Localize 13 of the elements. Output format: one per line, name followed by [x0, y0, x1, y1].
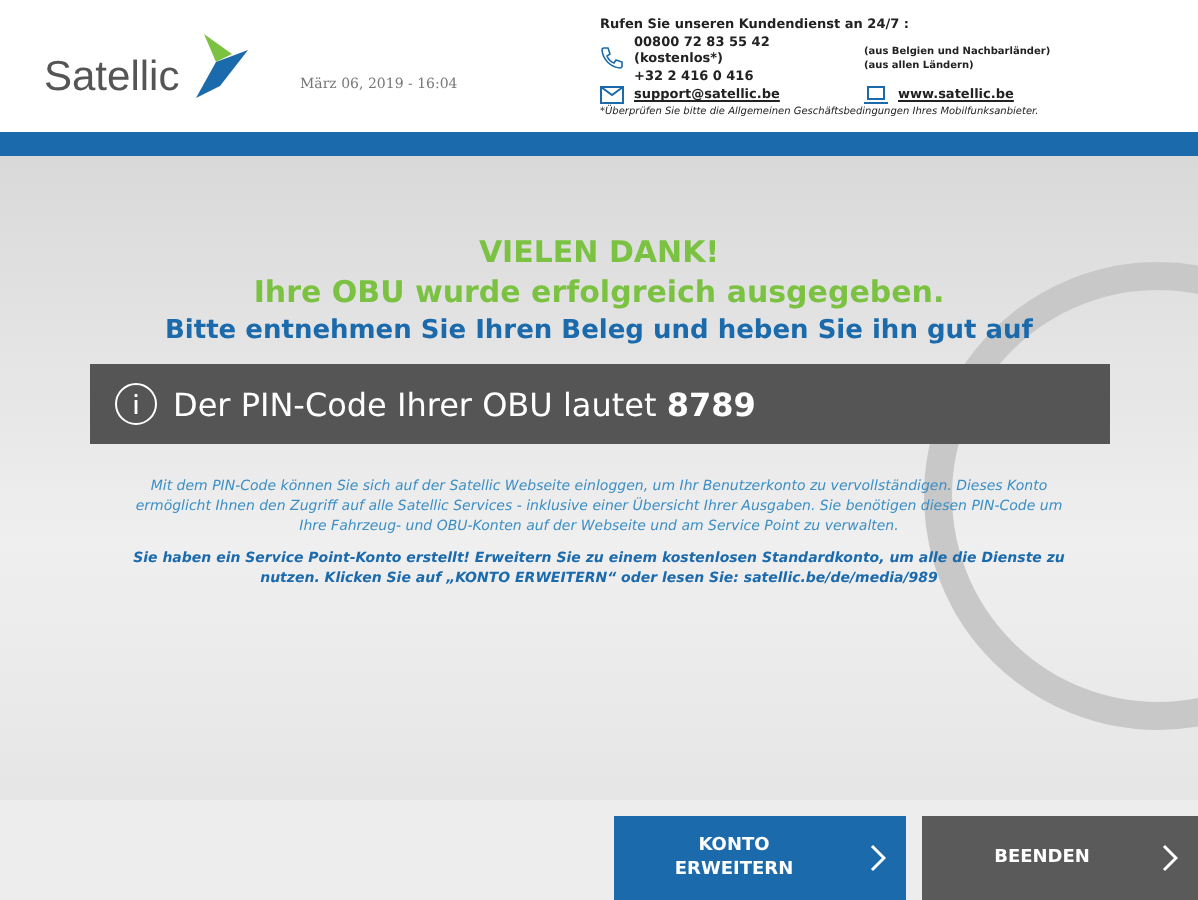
- chevron-icon: [1162, 844, 1178, 872]
- mail-icon: [600, 85, 624, 103]
- thanks-heading: VIELEN DANK!: [478, 232, 720, 272]
- info-icon: [113, 382, 157, 426]
- logo-text: Satellic: [44, 54, 180, 102]
- success-message: Ihre OBU wurde erfolgreich ausgegeben.: [253, 272, 945, 312]
- chevron-icon: [870, 844, 886, 872]
- finish-button[interactable]: BEENDEN: [922, 816, 1198, 900]
- pin-message: Der PIN-Code Ihrer OBU lautet 8789: [173, 385, 756, 423]
- expand-account-button[interactable]: KONTO ERWEITERN: [614, 816, 906, 900]
- laptop-icon: [864, 85, 888, 103]
- receipt-message: Bitte entnehmen Sie Ihren Beleg und heben Sie ihn gut auf: [165, 314, 1033, 350]
- phone-icon: [600, 46, 624, 70]
